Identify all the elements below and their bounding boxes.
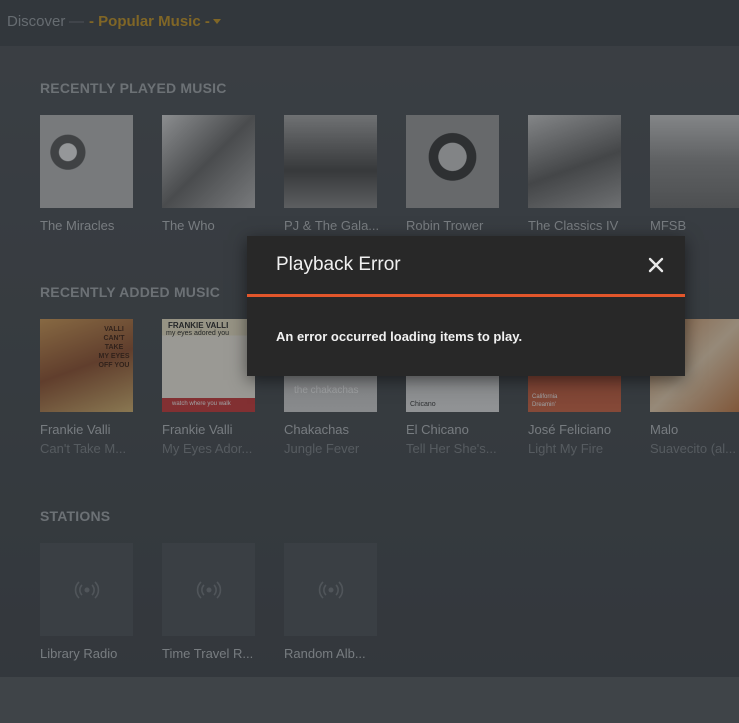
dialog-title: Playback Error [276,254,401,275]
dialog-message: An error occurred loading items to play. [276,329,523,344]
error-dialog: Playback Error An error occurred loading… [247,236,685,376]
dialog-header: Playback Error [247,236,685,297]
close-icon[interactable] [645,254,667,276]
music-app: Discover — - Popular Music - RECENTLY PL… [0,0,739,677]
